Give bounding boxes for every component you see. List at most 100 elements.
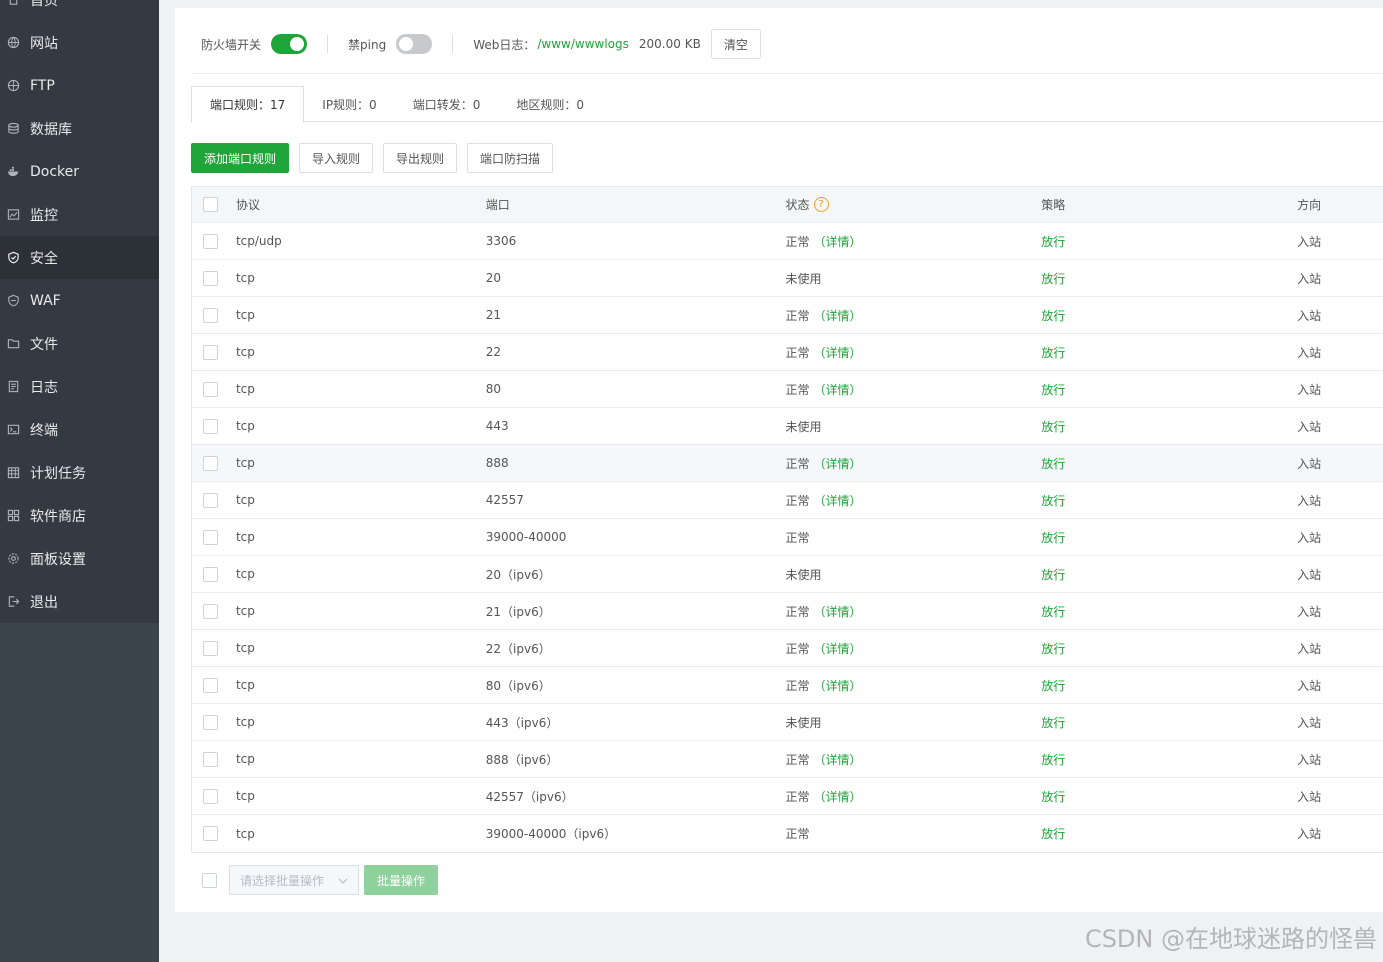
tab[interactable]: 端口转发：0 [395,86,499,122]
sidebar-item[interactable]: 终端 [0,408,159,451]
sidebar-item[interactable]: 网站 [0,21,159,64]
port-cell: 3306 [485,234,517,248]
status-text: 未使用 [785,715,822,730]
policy-cell[interactable]: 放行 [1041,640,1297,657]
row-checkbox[interactable] [203,566,219,582]
detail-link[interactable]: （详情） [814,788,862,805]
policy-cell[interactable]: 放行 [1041,714,1297,731]
clear-log-button[interactable]: 清空 [710,29,761,59]
port-cell: 21 [485,308,502,322]
tab[interactable]: 端口规则：17 [191,86,305,123]
status-text: 正常 [785,530,810,545]
header-status: 状态 ? [786,196,1042,213]
status-text: 正常 [785,789,810,804]
policy-cell[interactable]: 放行 [1041,307,1297,324]
detail-link[interactable]: （详情） [814,492,862,509]
status-cell: 正常 （详情） [786,455,1042,472]
add-port-rule-button[interactable]: 添加端口规则 [191,143,290,173]
policy-cell[interactable]: 放行 [1041,566,1297,583]
port-antiscan-button[interactable]: 端口防扫描 [467,143,554,173]
row-checkbox[interactable] [203,233,219,249]
policy-cell[interactable]: 放行 [1041,529,1297,546]
sidebar-item[interactable]: 文件 [0,322,159,365]
detail-link[interactable]: （详情） [814,640,862,657]
firewall-toggle[interactable] [271,34,308,54]
sidebar-item[interactable]: FTP [0,64,159,107]
table-row: tcp 39000-40000 正常 放行 入站 [192,519,1383,556]
row-checkbox[interactable] [203,603,219,619]
batch-operation-button[interactable]: 批量操作 [364,865,439,895]
row-checkbox[interactable] [203,492,219,508]
policy-cell[interactable]: 放行 [1041,381,1297,398]
row-checkbox[interactable] [203,751,219,767]
sidebar-item[interactable]: 退出 [0,580,159,623]
detail-link[interactable]: （详情） [814,344,862,361]
select-all-checkbox[interactable] [203,197,219,212]
status-cell: 正常 [786,529,1042,546]
detail-link[interactable]: （详情） [814,233,862,250]
sidebar-item-label: 面板设置 [30,551,86,568]
row-checkbox[interactable] [203,418,219,434]
batch-operation-select[interactable]: 请选择批量操作 [229,865,359,895]
ping-toggle[interactable] [396,34,433,54]
table-row: tcp 80 正常 （详情） 放行 入站 [192,371,1383,408]
row-select-cell [192,418,228,434]
sidebar-item[interactable]: WAF [0,279,159,322]
detail-link[interactable]: （详情） [814,603,862,620]
sidebar-item[interactable]: 安全 [0,236,159,279]
sidebar-item-label: 安全 [30,250,58,267]
row-checkbox[interactable] [203,640,219,656]
policy-cell[interactable]: 放行 [1041,788,1297,805]
sidebar-item[interactable]: 监控 [0,193,159,236]
policy-cell[interactable]: 放行 [1041,418,1297,435]
sidebar-item[interactable]: 面板设置 [0,537,159,580]
help-icon[interactable]: ? [813,197,829,212]
sidebar-item[interactable]: Docker [0,150,159,193]
import-rules-button[interactable]: 导入规则 [299,143,374,173]
detail-link[interactable]: （详情） [814,381,862,398]
port-cell: 888（ipv6） [485,752,559,767]
protocol-cell: tcp [235,678,255,692]
row-checkbox[interactable] [203,381,219,397]
sidebar-item[interactable]: 软件商店 [0,494,159,537]
row-checkbox[interactable] [203,788,219,804]
detail-link[interactable]: （详情） [814,677,862,694]
weblog-path-link[interactable]: /www/wwwlogs [537,37,629,51]
sidebar-item[interactable]: 数据库 [0,107,159,150]
row-checkbox[interactable] [203,714,219,730]
policy-cell[interactable]: 放行 [1041,825,1297,842]
row-checkbox[interactable] [203,270,219,286]
sidebar-item[interactable]: 首页 [0,0,159,21]
export-rules-button[interactable]: 导出规则 [383,143,458,173]
tab[interactable]: 地区规则：0 [498,86,602,122]
policy-cell[interactable]: 放行 [1041,677,1297,694]
row-checkbox[interactable] [203,344,219,360]
policy-cell[interactable]: 放行 [1041,233,1297,250]
row-checkbox[interactable] [203,307,219,323]
policy-cell[interactable]: 放行 [1041,751,1297,768]
policy-cell[interactable]: 放行 [1041,492,1297,509]
detail-link[interactable]: （详情） [814,751,862,768]
batch-select-checkbox[interactable] [202,872,217,888]
port-cell: 20（ipv6） [485,567,551,582]
direction-cell: 入站 [1297,271,1322,286]
detail-link[interactable]: （详情） [814,307,862,324]
port-cell: 39000-40000（ipv6） [485,827,617,841]
sidebar-item[interactable]: 计划任务 [0,451,159,494]
row-checkbox[interactable] [203,826,219,841]
row-checkbox[interactable] [203,529,219,545]
policy-cell[interactable]: 放行 [1041,603,1297,620]
sidebar-item[interactable]: 日志 [0,365,159,408]
policy-cell[interactable]: 放行 [1041,455,1297,472]
policy-cell[interactable]: 放行 [1041,270,1297,287]
ping-label: 禁ping [348,37,387,52]
port-cell: 42557 [485,493,524,507]
tab[interactable]: IP规则：0 [304,86,394,122]
row-checkbox[interactable] [203,455,219,471]
protocol-cell: tcp [235,530,255,544]
policy-cell[interactable]: 放行 [1041,344,1297,361]
direction-cell: 入站 [1297,678,1322,693]
row-checkbox[interactable] [203,677,219,693]
detail-link[interactable]: （详情） [814,455,862,472]
table-row: tcp 20（ipv6） 未使用 放行 入站 [192,556,1383,593]
